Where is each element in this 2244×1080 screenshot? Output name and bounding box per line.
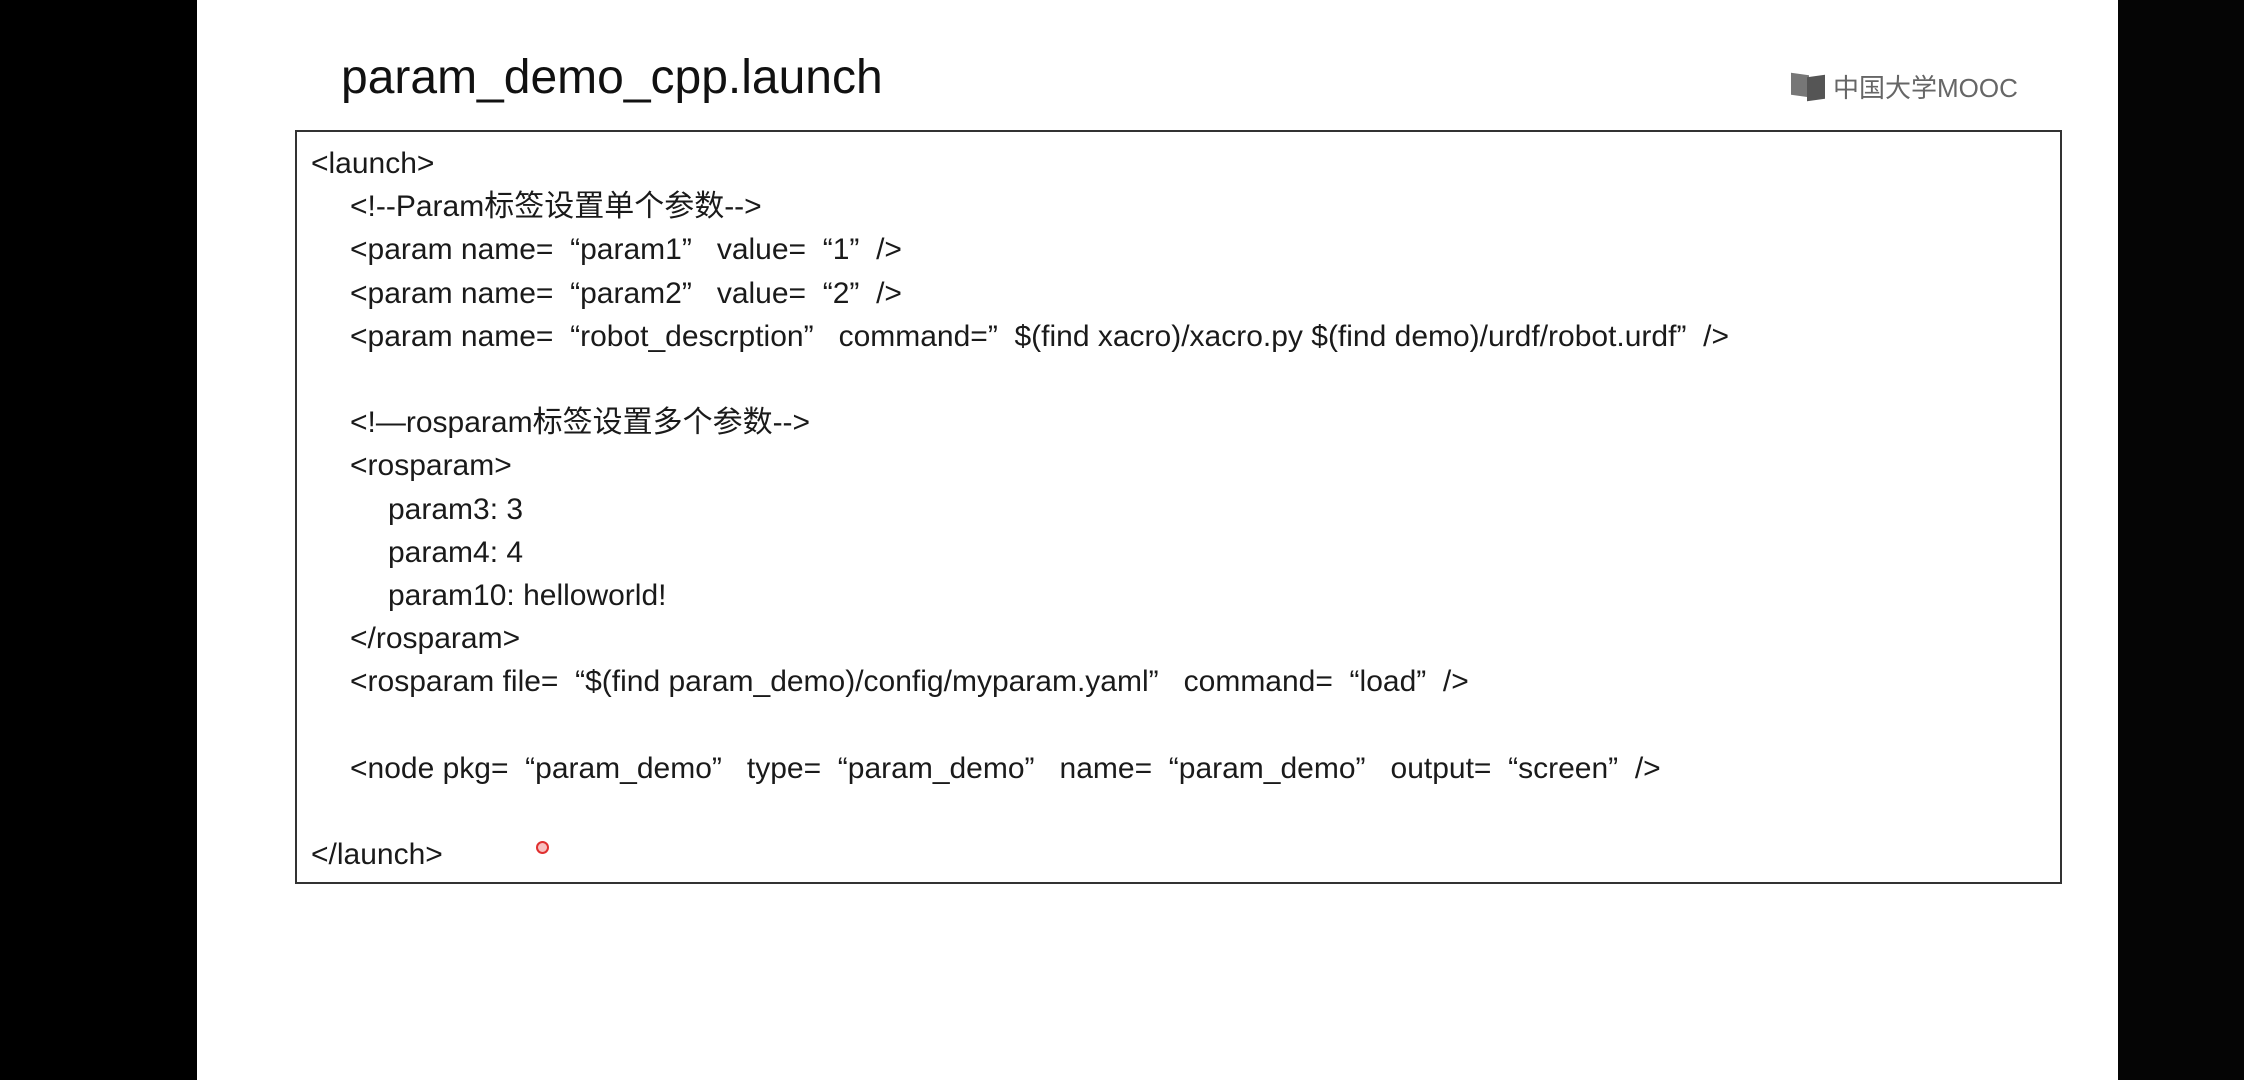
logo-text: 中国大学MOOC [1833, 73, 2018, 103]
code-line: <!—rosparam标签设置多个参数--> [350, 406, 811, 440]
code-line: <param name= “param1” value= “1” /> [350, 233, 902, 267]
code-line: param10: helloworld! [388, 578, 667, 612]
book-logo-icon [1791, 74, 1827, 100]
code-box: <launch> <!--Param标签设置单个参数--> <param name=… [295, 130, 2062, 884]
mooc-logo: 中国大学MOOC [1791, 68, 2018, 105]
code-line: <param name= “robot_descrption” command=… [350, 319, 1729, 353]
code-line: </rosparam> [350, 622, 521, 656]
code-line: <node pkg= “param_demo” type= “param_dem… [350, 751, 1661, 785]
code-line: </launch> [311, 838, 443, 871]
right-margin [2118, 0, 2244, 1080]
pointer-cursor-icon [536, 841, 549, 854]
code-line: <!--Param标签设置单个参数--> [350, 190, 762, 224]
slide-title: param_demo_cpp.launch [341, 51, 883, 104]
code-line: <rosparam file= “$(find param_demo)/conf… [350, 665, 1469, 699]
code-line: <rosparam> [350, 449, 512, 483]
code-line: <launch> [311, 147, 435, 180]
code-lines: <launch> <!--Param标签设置单个参数--> <param name=… [311, 142, 1729, 876]
code-line: param4: 4 [388, 535, 524, 569]
code-line: param3: 3 [388, 492, 524, 526]
slide: param_demo_cpp.launch 中国大学MOOC <launch> <… [197, 0, 2118, 1080]
code-line: <param name= “param2” value= “2” /> [350, 276, 902, 310]
